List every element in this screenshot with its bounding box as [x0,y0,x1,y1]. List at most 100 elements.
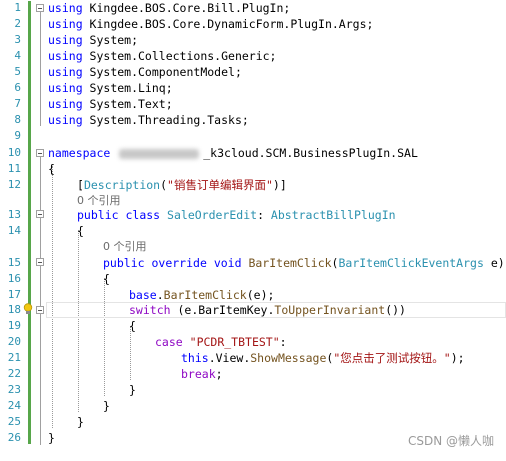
line-number: 3 [14,33,21,46]
code-line: 4 using System.Collections.Generic; [0,48,506,64]
line-number: 13 [7,208,21,221]
line-number: 8 [14,113,21,126]
line-number: 21 [7,351,21,364]
keyword: using [48,81,83,95]
line-number: 14 [7,224,21,237]
control-keyword: break [181,367,216,381]
line-number: 18 [7,303,21,316]
code-editor[interactable]: 1 using Kingdee.BOS.Core.Bill.PlugIn; 2 … [0,0,506,461]
line-number: 1 [14,1,21,14]
method-call: ToUpperInvariant [274,303,386,317]
line-number: 17 [7,288,21,301]
line-number: 23 [7,383,21,396]
class-name: SaleOrderEdit [167,208,258,222]
code-line: 19 { [0,318,506,334]
line-number: 11 [7,162,21,175]
line-number: 9 [14,129,21,142]
watermark: CSDN @懒人咖 [407,434,494,448]
namespace-text: System.Threading.Tasks; [82,113,249,127]
namespace-text: System; [82,33,139,47]
bracket: [ [77,178,84,192]
code-line: 13 public class SaleOrderEdit: AbstractB… [0,207,506,223]
code-line: 23 } [0,382,506,398]
keyword: using [48,49,83,63]
line-number: 10 [7,146,21,159]
keyword: base [129,288,157,302]
member-access: .View. [208,351,251,365]
control-keyword: case [155,335,183,349]
code-line: 2 using Kingdee.BOS.Core.DynamicForm.Plu… [0,16,506,32]
codelens-line: 0 个引用 [0,239,506,255]
namespace-text: Kingdee.BOS.Core.Bill.PlugIn; [82,1,291,15]
paren: ); [450,351,465,365]
line-number: 5 [14,65,21,78]
code-line: 16 { [0,271,506,287]
keyword: using [48,113,83,127]
code-line: 7 using System.Text; [0,96,506,112]
namespace-name: _k3cloud.SCM.BusinessPlugIn.SAL [203,146,418,160]
paren: ( [160,178,168,192]
namespace-text: Kingdee.BOS.Core.DynamicForm.PlugIn.Args… [82,17,374,31]
code-line: 11 { [0,161,506,177]
param-name: e) [483,256,505,270]
dot: . [156,288,164,302]
line-number: 12 [7,178,21,191]
brace: { [129,319,136,333]
line-number: 20 [7,335,21,348]
expression: ()) [385,303,406,317]
line-number: 15 [7,256,21,269]
colon: : [257,208,271,222]
code-line: 10 namespace _k3cloud.SCM.BusinessPlugIn… [0,145,506,161]
line-number: 19 [7,319,21,332]
brace: } [77,415,84,429]
line-number: 25 [7,415,21,428]
code-line: 3 using System; [0,32,506,48]
code-line: 1 using Kingdee.BOS.Core.Bill.PlugIn; [0,0,506,16]
namespace-text: System.Collections.Generic; [82,49,277,63]
brace: } [48,431,55,445]
method-call: BarItemClick [163,288,247,302]
keyword: using [48,97,83,111]
line-number: 22 [7,367,21,380]
keyword: using [48,17,83,31]
code-line: 12 [Description("销售订单编辑界面")] [0,177,506,193]
string-literal: "销售订单编辑界面" [167,178,273,192]
base-class-name: AbstractBillPlugIn [270,208,396,222]
line-number: 16 [7,272,21,285]
code-line: 5 using System.ComponentModel; [0,64,506,80]
brace: } [129,383,136,397]
brace: } [103,399,110,413]
keyword: override [151,256,207,270]
keyword: namespace [48,146,111,160]
keyword: void [213,256,242,270]
method-call: ShowMessage [250,351,327,365]
line-number: 6 [14,81,21,94]
keyword: public [77,208,119,222]
semicolon: ; [215,367,223,381]
brace: { [48,162,55,176]
keyword: using [48,65,83,79]
code-line: 17 base.BarItemClick(e); [0,287,506,303]
reference-count[interactable]: 0 个引用 [103,239,147,255]
line-number: 2 [14,17,21,30]
line-number: 4 [14,49,21,62]
bracket: )] [272,178,287,192]
string-literal: "PCDR_TBTEST" [189,335,280,349]
brace: { [77,224,84,238]
string-literal: "您点击了测试按钮。" [333,351,451,365]
redacted-namespace-prefix [117,148,203,160]
code-line: 15 public override void BarItemClick(Bar… [0,255,506,271]
call-args: (e); [246,288,275,302]
keyword: using [48,1,83,15]
code-line: 9 [0,128,506,144]
line-number: 26 [7,431,21,444]
code-line: 20 case "PCDR_TBTEST": [0,334,506,350]
line-number: 24 [7,399,21,412]
namespace-text: System.Linq; [82,81,173,95]
code-line: 6 using System.Linq; [0,80,506,96]
control-keyword: switch [129,303,171,317]
namespace-text: System.ComponentModel; [82,65,242,79]
code-line: 24 } [0,398,506,414]
colon: : [279,335,287,349]
code-line: 14 { [0,223,506,239]
